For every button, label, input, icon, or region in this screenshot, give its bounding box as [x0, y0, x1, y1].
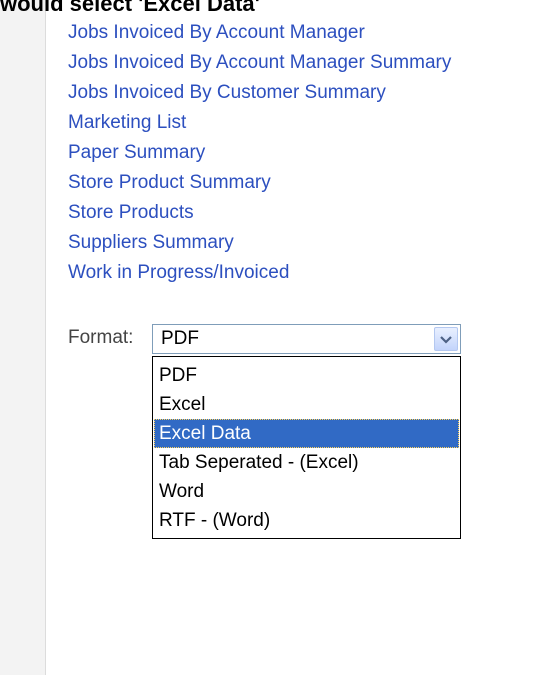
format-dropdown-list: PDF Excel Excel Data Tab Seperated - (Ex… — [152, 356, 461, 539]
chevron-down-icon[interactable] — [434, 327, 458, 351]
report-link[interactable]: Store Product Summary — [68, 168, 451, 198]
format-option-tab-separated[interactable]: Tab Seperated - (Excel) — [154, 448, 459, 477]
report-link[interactable]: Paper Summary — [68, 138, 451, 168]
caption-text: would select 'Excel Data' — [0, 0, 260, 16]
report-list: Jobs Invoiced By Account Manager Jobs In… — [68, 18, 451, 288]
format-option-excel-data[interactable]: Excel Data — [154, 419, 459, 448]
report-link[interactable]: Marketing List — [68, 108, 451, 138]
report-link[interactable]: Jobs Invoiced By Customer Summary — [68, 78, 451, 108]
report-link[interactable]: Store Products — [68, 198, 451, 228]
report-link[interactable]: Jobs Invoiced By Account Manager Summary — [68, 48, 451, 78]
format-option-word[interactable]: Word — [154, 477, 459, 506]
format-select[interactable]: PDF — [152, 324, 461, 354]
format-option-rtf[interactable]: RTF - (Word) — [154, 506, 459, 535]
format-option-pdf[interactable]: PDF — [154, 361, 459, 390]
left-gutter — [0, 0, 46, 675]
report-link[interactable]: Work in Progress/Invoiced — [68, 258, 451, 288]
report-link[interactable]: Jobs Invoiced By Account Manager — [68, 18, 451, 48]
format-label: Format: — [68, 327, 134, 348]
report-link[interactable]: Suppliers Summary — [68, 228, 451, 258]
format-select-value: PDF — [161, 328, 199, 349]
format-option-excel[interactable]: Excel — [154, 390, 459, 419]
